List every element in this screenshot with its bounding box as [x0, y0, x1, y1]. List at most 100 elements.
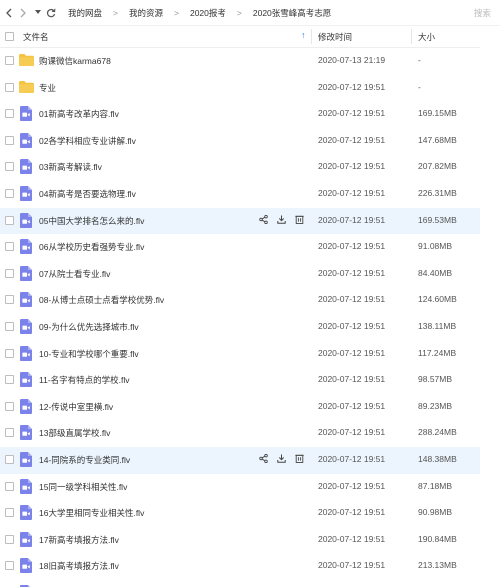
file-row[interactable]: 08-从博士点硕士点看学校优势.flv 2020-07-12 19:51 124.6… — [0, 287, 480, 314]
file-row[interactable]: 12-传说中室里横.flv 2020-07-12 19:51 89.23MB — [0, 394, 480, 421]
file-name[interactable]: 18旧高考填报方法.flv — [39, 560, 119, 572]
row-checkbox[interactable] — [5, 135, 14, 145]
row-checkbox[interactable] — [5, 454, 14, 464]
row-checkbox[interactable] — [5, 481, 14, 491]
refresh-icon[interactable] — [44, 0, 58, 26]
file-name[interactable]: 03新高考解读.flv — [39, 161, 102, 173]
row-checkbox[interactable] — [5, 188, 14, 198]
video-file-icon — [20, 345, 32, 361]
file-name[interactable]: 购课微信karma678 — [39, 55, 111, 67]
row-checkbox[interactable] — [5, 401, 14, 411]
file-size: 89.23MB — [418, 400, 453, 411]
file-name[interactable]: 10-专业和学校哪个重要.flv — [39, 348, 139, 360]
share-icon[interactable] — [258, 453, 268, 465]
file-row[interactable]: 05中国大学排名怎么来的.flv 2020-07-12 19:51 169.53MB — [0, 207, 480, 235]
file-modified-time: 2020-07-12 19:51 — [318, 560, 386, 571]
row-checkbox[interactable] — [5, 428, 14, 438]
file-size: 226.31MB — [418, 187, 457, 198]
file-name[interactable]: 11-名字有特点的学校.flv — [39, 374, 130, 386]
scrollbar[interactable] — [491, 48, 496, 587]
forward-arrow-icon[interactable] — [16, 0, 30, 26]
file-name[interactable]: 16大学里相同专业相关性.flv — [39, 507, 144, 519]
file-row[interactable]: 11-名字有特点的学校.flv 2020-07-12 19:51 98.57MB — [0, 367, 480, 394]
file-row[interactable]: 01新高考改革内容.flv 2020-07-12 19:51 169.15MB — [0, 101, 480, 128]
file-row[interactable] — [0, 580, 480, 587]
file-name[interactable]: 08-从博士点硕士点看学校优势.flv — [39, 294, 164, 306]
file-size: 288.24MB — [418, 427, 457, 438]
back-arrow-icon[interactable] — [2, 0, 16, 26]
folder-row[interactable]: 专业 2020-07-12 19:51 - — [0, 75, 480, 102]
file-name[interactable]: 15同一级学科相关性.flv — [39, 481, 127, 493]
file-name[interactable]: 09-为什么优先选择城市.flv — [39, 321, 139, 333]
row-checkbox[interactable] — [5, 162, 14, 172]
file-name[interactable]: 12-传说中室里横.flv — [39, 401, 113, 413]
file-size: 91.08MB — [418, 241, 453, 252]
row-checkbox[interactable] — [5, 321, 14, 331]
file-row[interactable]: 06从学校历史看强势专业.flv 2020-07-12 19:51 91.08MB — [0, 234, 480, 261]
file-row[interactable]: 18旧高考填报方法.flv 2020-07-12 19:51 213.13MB — [0, 553, 480, 580]
row-checkbox[interactable] — [5, 508, 14, 518]
column-divider[interactable] — [411, 29, 412, 44]
file-name[interactable]: 17新高考填报方法.flv — [39, 534, 119, 546]
top-navigation-bar: 我的网盘 > 我的资源 > 2020报考 > 2020张雪峰高考志愿 搜索 — [0, 0, 500, 26]
row-checkbox[interactable] — [5, 348, 14, 358]
breadcrumb-item-current-folder[interactable]: 2020张雪峰高考志愿 — [253, 7, 331, 19]
breadcrumb-separator: > — [113, 8, 118, 18]
share-icon[interactable] — [258, 214, 268, 226]
select-all-checkbox[interactable] — [5, 32, 14, 41]
column-header-time[interactable]: 修改时间 — [318, 31, 352, 43]
file-row[interactable]: 14-同院系的专业类同.flv 2020-07-12 19:51 148.38MB — [0, 446, 480, 474]
file-row[interactable]: 10-专业和学校哪个重要.flv 2020-07-12 19:51 117.24MB — [0, 341, 480, 368]
download-icon[interactable] — [276, 214, 286, 226]
row-checkbox[interactable] — [5, 215, 14, 225]
file-list: 购课微信karma678 2020-07-13 21:19 - 专业 2020-07-1… — [0, 48, 480, 587]
file-row[interactable]: 02各学科相应专业讲解.flv 2020-07-12 19:51 147.68MB — [0, 128, 480, 155]
file-row[interactable]: 16大学里相同专业相关性.flv 2020-07-12 19:51 90.98MB — [0, 500, 480, 527]
column-header-size[interactable]: 大小 — [418, 31, 435, 43]
delete-icon[interactable] — [294, 453, 304, 465]
file-name[interactable]: 14-同院系的专业类同.flv — [39, 454, 130, 466]
row-checkbox[interactable] — [5, 56, 14, 65]
file-size: 169.15MB — [418, 108, 457, 119]
file-name[interactable]: 05中国大学排名怎么来的.flv — [39, 215, 144, 227]
file-row[interactable]: 03新高考解读.flv 2020-07-12 19:51 207.82MB — [0, 154, 480, 181]
file-row[interactable]: 07从院士看专业.flv 2020-07-12 19:51 84.40MB — [0, 261, 480, 288]
video-file-icon — [20, 292, 32, 308]
history-dropdown-icon[interactable] — [32, 0, 44, 26]
row-checkbox[interactable] — [5, 375, 14, 385]
file-row[interactable]: 09-为什么优先选择城市.flv 2020-07-12 19:51 138.11MB — [0, 314, 480, 341]
file-modified-time: 2020-07-12 19:51 — [318, 427, 386, 438]
row-checkbox[interactable] — [5, 268, 14, 278]
row-checkbox[interactable] — [5, 534, 14, 544]
file-row[interactable]: 04新高考是否要选物理.flv 2020-07-12 19:51 226.31MB — [0, 181, 480, 208]
file-name[interactable]: 01新高考改革内容.flv — [39, 108, 119, 120]
column-header-name[interactable]: 文件名 — [23, 31, 49, 43]
file-name[interactable]: 13部级直属学校.flv — [39, 427, 110, 439]
delete-icon[interactable] — [294, 214, 304, 226]
folder-row[interactable]: 购课微信karma678 2020-07-13 21:19 - — [0, 48, 480, 75]
download-icon[interactable] — [276, 453, 286, 465]
row-checkbox[interactable] — [5, 561, 14, 571]
file-name[interactable]: 06从学校历史看强势专业.flv — [39, 241, 144, 253]
row-checkbox[interactable] — [5, 295, 14, 305]
breadcrumb-item-my-disk[interactable]: 我的网盘 — [68, 7, 102, 19]
sort-ascending-icon[interactable]: ↑ — [301, 30, 306, 40]
search-input[interactable]: 搜索 — [474, 7, 491, 19]
file-row[interactable]: 13部级直属学校.flv 2020-07-12 19:51 288.24MB — [0, 420, 480, 447]
file-modified-time: 2020-07-12 19:51 — [318, 108, 386, 119]
file-size: 207.82MB — [418, 161, 457, 172]
file-name[interactable]: 02各学科相应专业讲解.flv — [39, 135, 136, 147]
file-name[interactable]: 专业 — [39, 82, 56, 94]
row-checkbox[interactable] — [5, 82, 14, 92]
file-row[interactable]: 17新高考填报方法.flv 2020-07-12 19:51 190.84MB — [0, 527, 480, 554]
breadcrumb-item-my-resources[interactable]: 我的资源 — [129, 7, 163, 19]
row-checkbox[interactable] — [5, 109, 14, 119]
file-name[interactable]: 07从院士看专业.flv — [39, 268, 110, 280]
file-row[interactable]: 15同一级学科相关性.flv 2020-07-12 19:51 87.18MB — [0, 474, 480, 501]
column-divider[interactable] — [311, 29, 312, 44]
file-name[interactable]: 04新高考是否要选物理.flv — [39, 188, 136, 200]
breadcrumb-item-2020-application[interactable]: 2020报考 — [190, 7, 226, 19]
file-size: 147.68MB — [418, 134, 457, 145]
row-checkbox[interactable] — [5, 242, 14, 252]
file-modified-time: 2020-07-12 19:51 — [318, 480, 386, 491]
